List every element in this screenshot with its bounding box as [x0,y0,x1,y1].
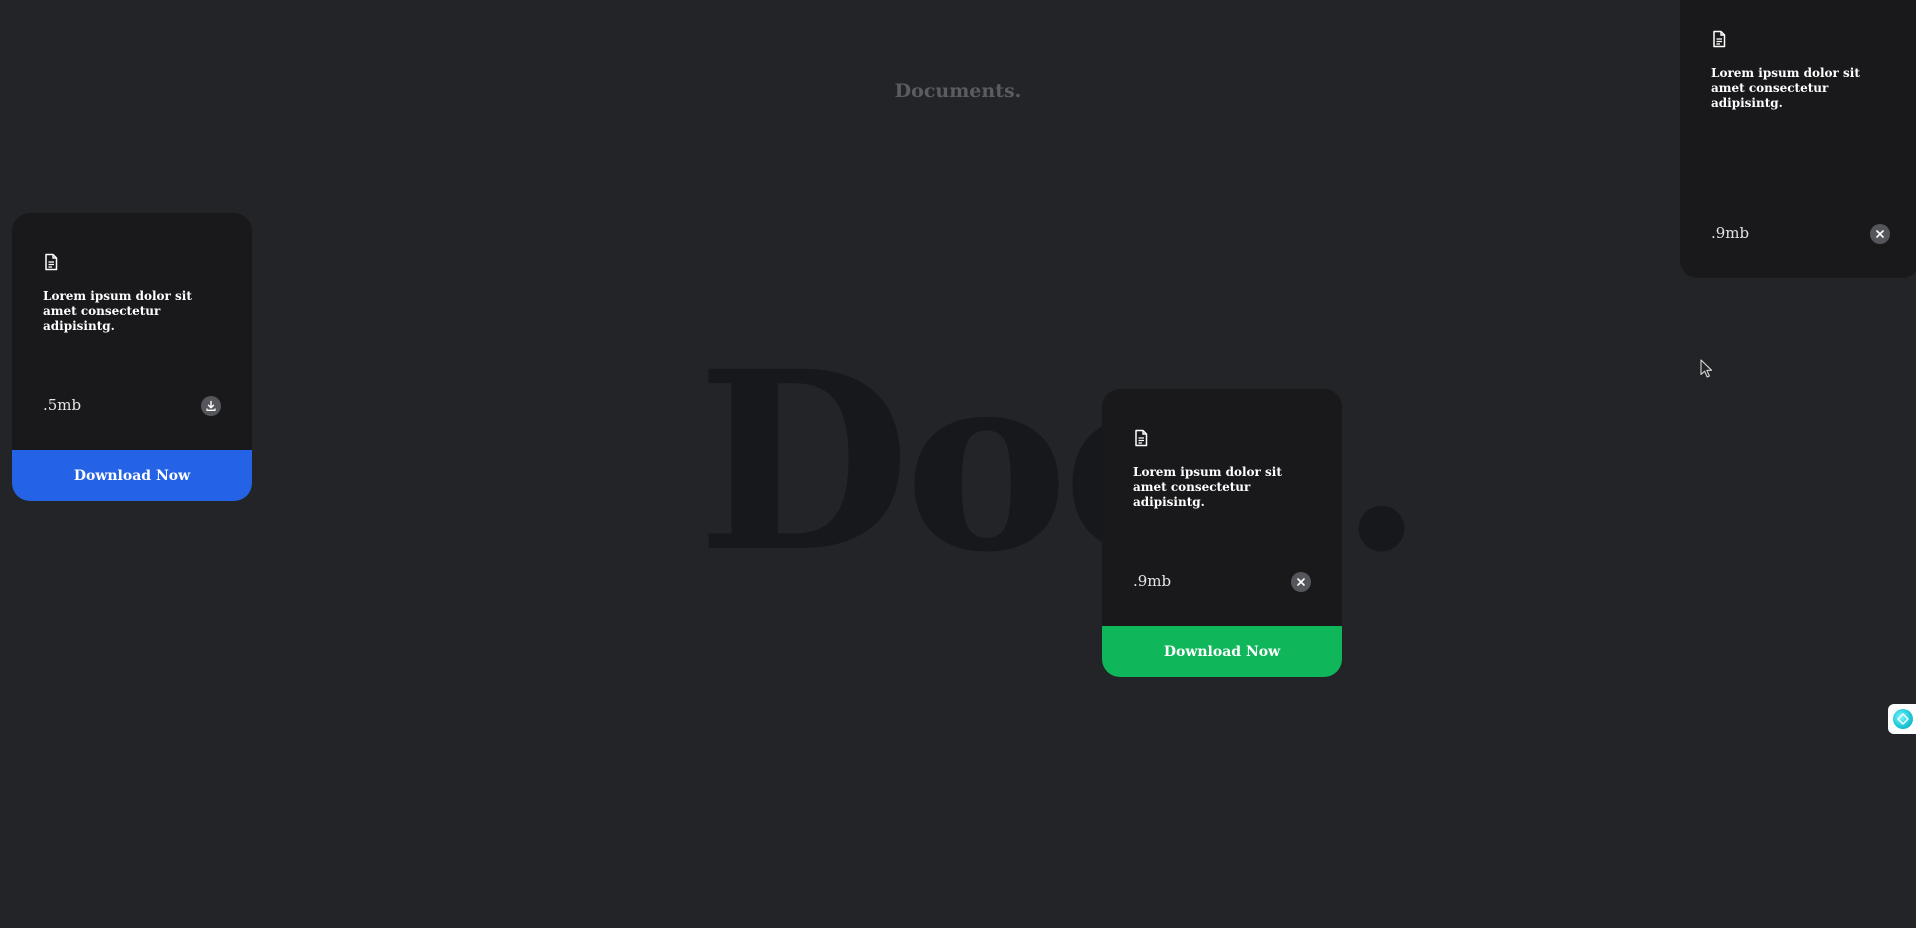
download-now-button[interactable]: Download Now [12,450,252,501]
close-icon [1297,578,1305,586]
file-size: .5mb [43,396,82,414]
card-body: Lorem ipsum dolor sit amet consectetur a… [1102,389,1342,626]
document-icon [1713,30,1726,48]
close-button[interactable] [1870,224,1890,244]
card-body: Lorem ipsum dolor sit amet consectetur a… [12,213,252,450]
documents-page: Documents. Docs. Lorem ipsum dolor sit a… [0,0,1916,928]
card-description: Lorem ipsum dolor sit amet consectetur a… [1133,465,1282,509]
document-card-3: Lorem ipsum dolor sit amet consectetur a… [1680,0,1916,278]
file-size: .9mb [1711,224,1750,242]
download-icon-button[interactable] [201,396,221,416]
download-now-button[interactable]: Download Now [1102,626,1342,677]
mouse-pointer-icon [1700,359,1713,378]
document-icon [45,253,58,271]
card-description: Lorem ipsum dolor sit amet consectetur a… [43,289,192,333]
document-card-1: Lorem ipsum dolor sit amet consectetur a… [12,213,252,501]
assistant-orb-icon [1893,709,1913,729]
document-icon [1135,429,1148,447]
file-size: .9mb [1133,572,1172,590]
card-description: Lorem ipsum dolor sit amet consectetur a… [1711,66,1860,110]
page-title: Documents. [894,80,1022,102]
card-body: Lorem ipsum dolor sit amet consectetur a… [1680,0,1916,278]
document-card-2: Lorem ipsum dolor sit amet consectetur a… [1102,389,1342,677]
download-icon [206,400,216,411]
assistant-widget-button[interactable] [1888,704,1916,734]
close-button[interactable] [1291,572,1311,592]
close-icon [1876,230,1884,238]
